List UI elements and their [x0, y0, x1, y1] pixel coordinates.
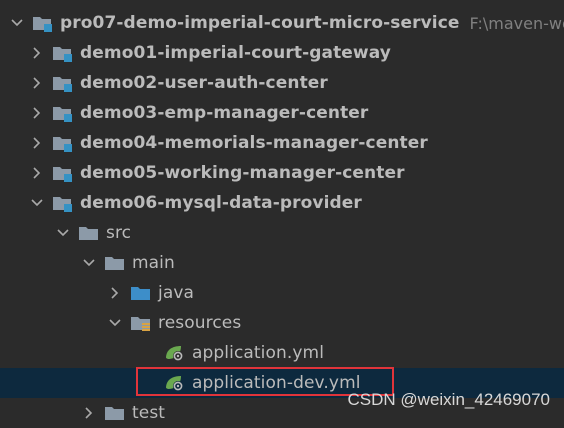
- tree-row-folder-java[interactable]: java: [0, 278, 564, 308]
- module-label: demo06-mysql-data-provider: [80, 193, 362, 213]
- tree-row-module-demo06[interactable]: demo06-mysql-data-provider: [0, 188, 564, 218]
- folder-icon: [78, 224, 100, 242]
- module-label: demo02-user-auth-center: [80, 73, 328, 93]
- chevron-right-icon[interactable]: [30, 136, 44, 150]
- source-folder-icon: [130, 284, 152, 302]
- chevron-right-icon[interactable]: [30, 106, 44, 120]
- chevron-down-icon[interactable]: [82, 256, 96, 270]
- tree-row-module-demo04[interactable]: demo04-memorials-manager-center: [0, 128, 564, 158]
- spring-config-icon: [164, 344, 186, 362]
- project-path: F:\maven-wor: [469, 13, 564, 33]
- chevron-right-icon[interactable]: [30, 46, 44, 60]
- chevron-right-icon[interactable]: [82, 406, 96, 420]
- folder-label: src: [106, 223, 132, 243]
- chevron-right-icon[interactable]: [30, 166, 44, 180]
- folder-label: java: [158, 283, 195, 303]
- folder-label: test: [132, 403, 166, 423]
- module-label: demo03-emp-manager-center: [80, 103, 369, 123]
- folder-label: main: [132, 253, 175, 273]
- module-folder-icon: [52, 164, 74, 182]
- chevron-down-icon[interactable]: [30, 196, 44, 210]
- tree-row-module-demo03[interactable]: demo03-emp-manager-center: [0, 98, 564, 128]
- module-folder-icon: [52, 104, 74, 122]
- chevron-down-icon[interactable]: [10, 16, 24, 30]
- tree-row-folder-main[interactable]: main: [0, 248, 564, 278]
- folder-icon: [104, 404, 126, 422]
- project-tree: pro07-demo-imperial-court-micro-service …: [0, 0, 564, 423]
- tree-row-module-demo01[interactable]: demo01-imperial-court-gateway: [0, 38, 564, 68]
- module-folder-icon: [52, 194, 74, 212]
- chevron-down-icon[interactable]: [56, 226, 70, 240]
- chevron-right-icon[interactable]: [108, 286, 122, 300]
- project-name: pro07-demo-imperial-court-micro-service: [60, 13, 460, 33]
- file-label: application-dev.yml: [192, 373, 361, 393]
- module-label: demo05-working-manager-center: [80, 163, 405, 183]
- module-label: demo01-imperial-court-gateway: [80, 43, 391, 63]
- spring-config-icon: [164, 374, 186, 392]
- module-folder-icon: [52, 74, 74, 92]
- folder-label: resources: [158, 313, 242, 333]
- tree-row-project-root[interactable]: pro07-demo-imperial-court-micro-service …: [0, 8, 564, 38]
- chevron-down-icon[interactable]: [108, 316, 122, 330]
- file-label: application.yml: [192, 343, 325, 363]
- tree-row-folder-resources[interactable]: resources: [0, 308, 564, 338]
- module-folder-icon: [52, 134, 74, 152]
- module-label: demo04-memorials-manager-center: [80, 133, 428, 153]
- folder-icon: [104, 254, 126, 272]
- tree-row-folder-src[interactable]: src: [0, 218, 564, 248]
- module-folder-icon: [52, 44, 74, 62]
- tree-row-module-demo02[interactable]: demo02-user-auth-center: [0, 68, 564, 98]
- chevron-right-icon[interactable]: [30, 76, 44, 90]
- resources-folder-icon: [130, 314, 152, 332]
- module-folder-icon: [32, 14, 54, 32]
- tree-row-module-demo05[interactable]: demo05-working-manager-center: [0, 158, 564, 188]
- watermark: CSDN @weixin_42469070: [347, 390, 550, 409]
- tree-row-file-application-yml[interactable]: application.yml: [0, 338, 564, 368]
